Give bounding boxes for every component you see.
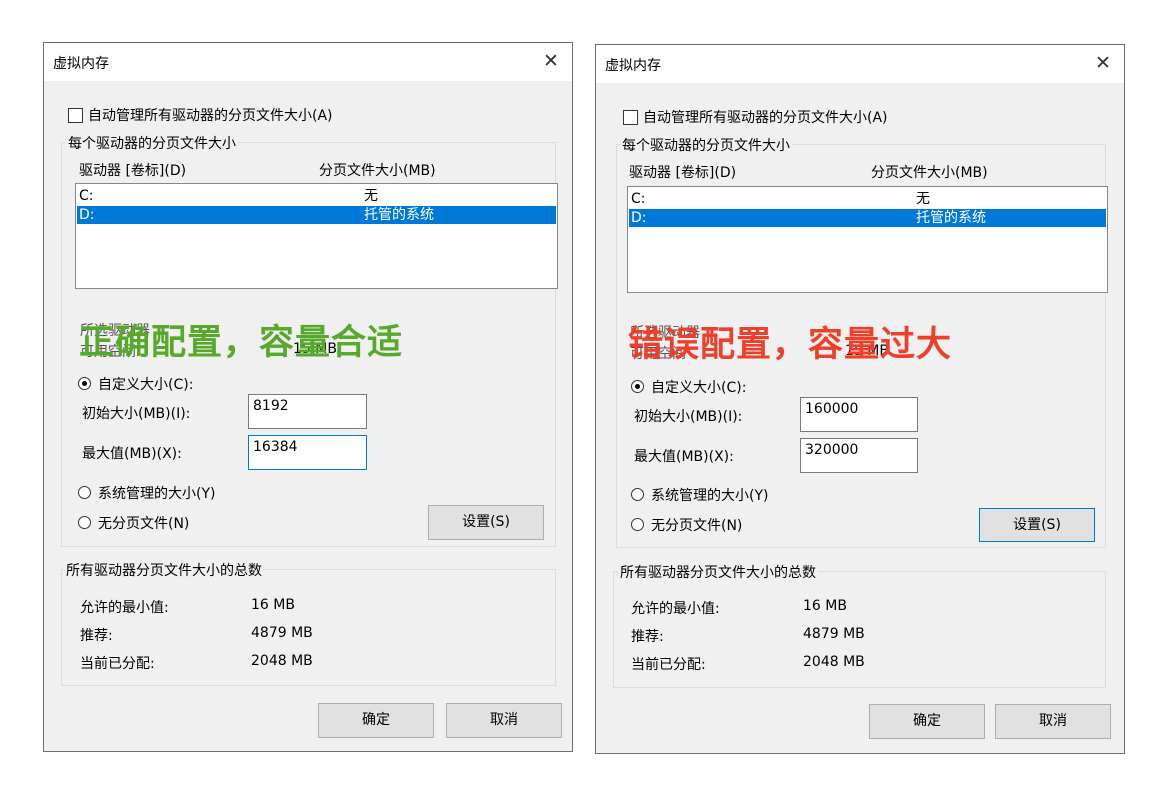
min-allowed-value: 16 MB [803,598,847,614]
drive-size: 无 [364,188,378,204]
system-managed-label: 系统管理的大小(Y) [98,486,216,502]
no-paging-label: 无分页文件(N) [651,518,743,534]
column-drive-header: 驱动器 [卷标](D) [629,165,737,181]
auto-manage-checkbox[interactable] [623,110,638,125]
initial-size-label: 初始大小(MB)(I): [634,409,743,425]
set-button[interactable]: 设置(S) [979,508,1095,542]
min-allowed-value: 16 MB [251,597,295,613]
custom-size-label: 自定义大小(C): [98,377,194,393]
no-paging-label: 无分页文件(N) [98,516,190,532]
custom-size-radio[interactable] [78,377,91,390]
dialog-title: 虚拟内存 [605,58,661,74]
drive-size: 托管的系统 [916,210,986,226]
current-allocated-value: 2048 MB [251,653,313,669]
totals-group-title: 所有驱动器分页文件大小的总数 [64,560,264,580]
min-allowed-label: 允许的最小值: [80,600,169,616]
cancel-button[interactable]: 取消 [995,704,1111,739]
virtual-memory-dialog-wrong: 虚拟内存 ✕ 自动管理所有驱动器的分页文件大小(A) 每个驱动器的分页文件大小 … [595,44,1125,754]
drive-letter: D: [79,207,95,223]
column-size-header: 分页文件大小(MB) [871,165,988,181]
max-size-label: 最大值(MB)(X): [82,446,182,462]
close-icon[interactable]: ✕ [542,52,560,71]
system-managed-label: 系统管理的大小(Y) [651,488,769,504]
recommended-label: 推荐: [80,628,113,644]
recommended-value: 4879 MB [251,625,313,641]
current-allocated-label: 当前已分配: [80,656,155,672]
list-item[interactable]: C: 无 [629,190,1106,208]
drive-size: 无 [916,191,930,207]
max-size-input[interactable]: 320000 [800,438,918,473]
title-bar: 虚拟内存 ✕ [596,45,1124,83]
custom-size-radio[interactable] [631,380,644,393]
no-paging-radio[interactable] [78,516,91,529]
auto-manage-label: 自动管理所有驱动器的分页文件大小(A) [88,108,333,124]
list-item-selected[interactable]: D: 托管的系统 [77,206,556,224]
list-item-selected[interactable]: D: 托管的系统 [629,209,1106,227]
ok-button[interactable]: 确定 [318,703,434,738]
column-size-header: 分页文件大小(MB) [319,163,436,179]
custom-size-label: 自定义大小(C): [651,380,747,396]
drive-listbox[interactable]: C: 无 D: 托管的系统 [75,183,558,289]
auto-manage-label: 自动管理所有驱动器的分页文件大小(A) [643,110,888,126]
initial-size-input[interactable]: 160000 [800,397,918,432]
column-drive-header: 驱动器 [卷标](D) [79,163,187,179]
initial-size-input[interactable]: 8192 [248,394,367,429]
recommended-value: 4879 MB [803,626,865,642]
initial-size-label: 初始大小(MB)(I): [82,406,191,422]
ok-button[interactable]: 确定 [869,704,985,739]
totals-group-title: 所有驱动器分页文件大小的总数 [618,562,818,582]
drive-letter: C: [631,191,646,207]
correct-config-annotation: 正确配置，容量合适 [79,323,404,363]
no-paging-radio[interactable] [631,518,644,531]
max-size-input[interactable]: 16384 [248,435,367,470]
cancel-button[interactable]: 取消 [446,703,562,738]
drive-size: 托管的系统 [364,207,434,223]
current-allocated-value: 2048 MB [803,654,865,670]
list-item[interactable]: C: 无 [77,187,556,205]
drive-listbox[interactable]: C: 无 D: 托管的系统 [627,186,1108,293]
virtual-memory-dialog-correct: 虚拟内存 ✕ 自动管理所有驱动器的分页文件大小(A) 每个驱动器的分页文件大小 … [43,42,573,752]
close-icon[interactable]: ✕ [1094,54,1112,73]
wrong-config-annotation: 错误配置，容量过大 [628,325,953,365]
auto-manage-checkbox[interactable] [68,108,83,123]
drive-letter: C: [79,188,94,204]
per-drive-group-title: 每个驱动器的分页文件大小 [66,133,238,153]
set-button[interactable]: 设置(S) [428,505,544,540]
system-managed-radio[interactable] [631,488,644,501]
min-allowed-label: 允许的最小值: [631,601,720,617]
drive-letter: D: [631,210,647,226]
recommended-label: 推荐: [631,629,664,645]
dialog-title: 虚拟内存 [53,56,109,72]
per-drive-group-title: 每个驱动器的分页文件大小 [620,135,792,155]
title-bar: 虚拟内存 ✕ [44,43,572,81]
system-managed-radio[interactable] [78,486,91,499]
current-allocated-label: 当前已分配: [631,657,706,673]
max-size-label: 最大值(MB)(X): [634,449,734,465]
